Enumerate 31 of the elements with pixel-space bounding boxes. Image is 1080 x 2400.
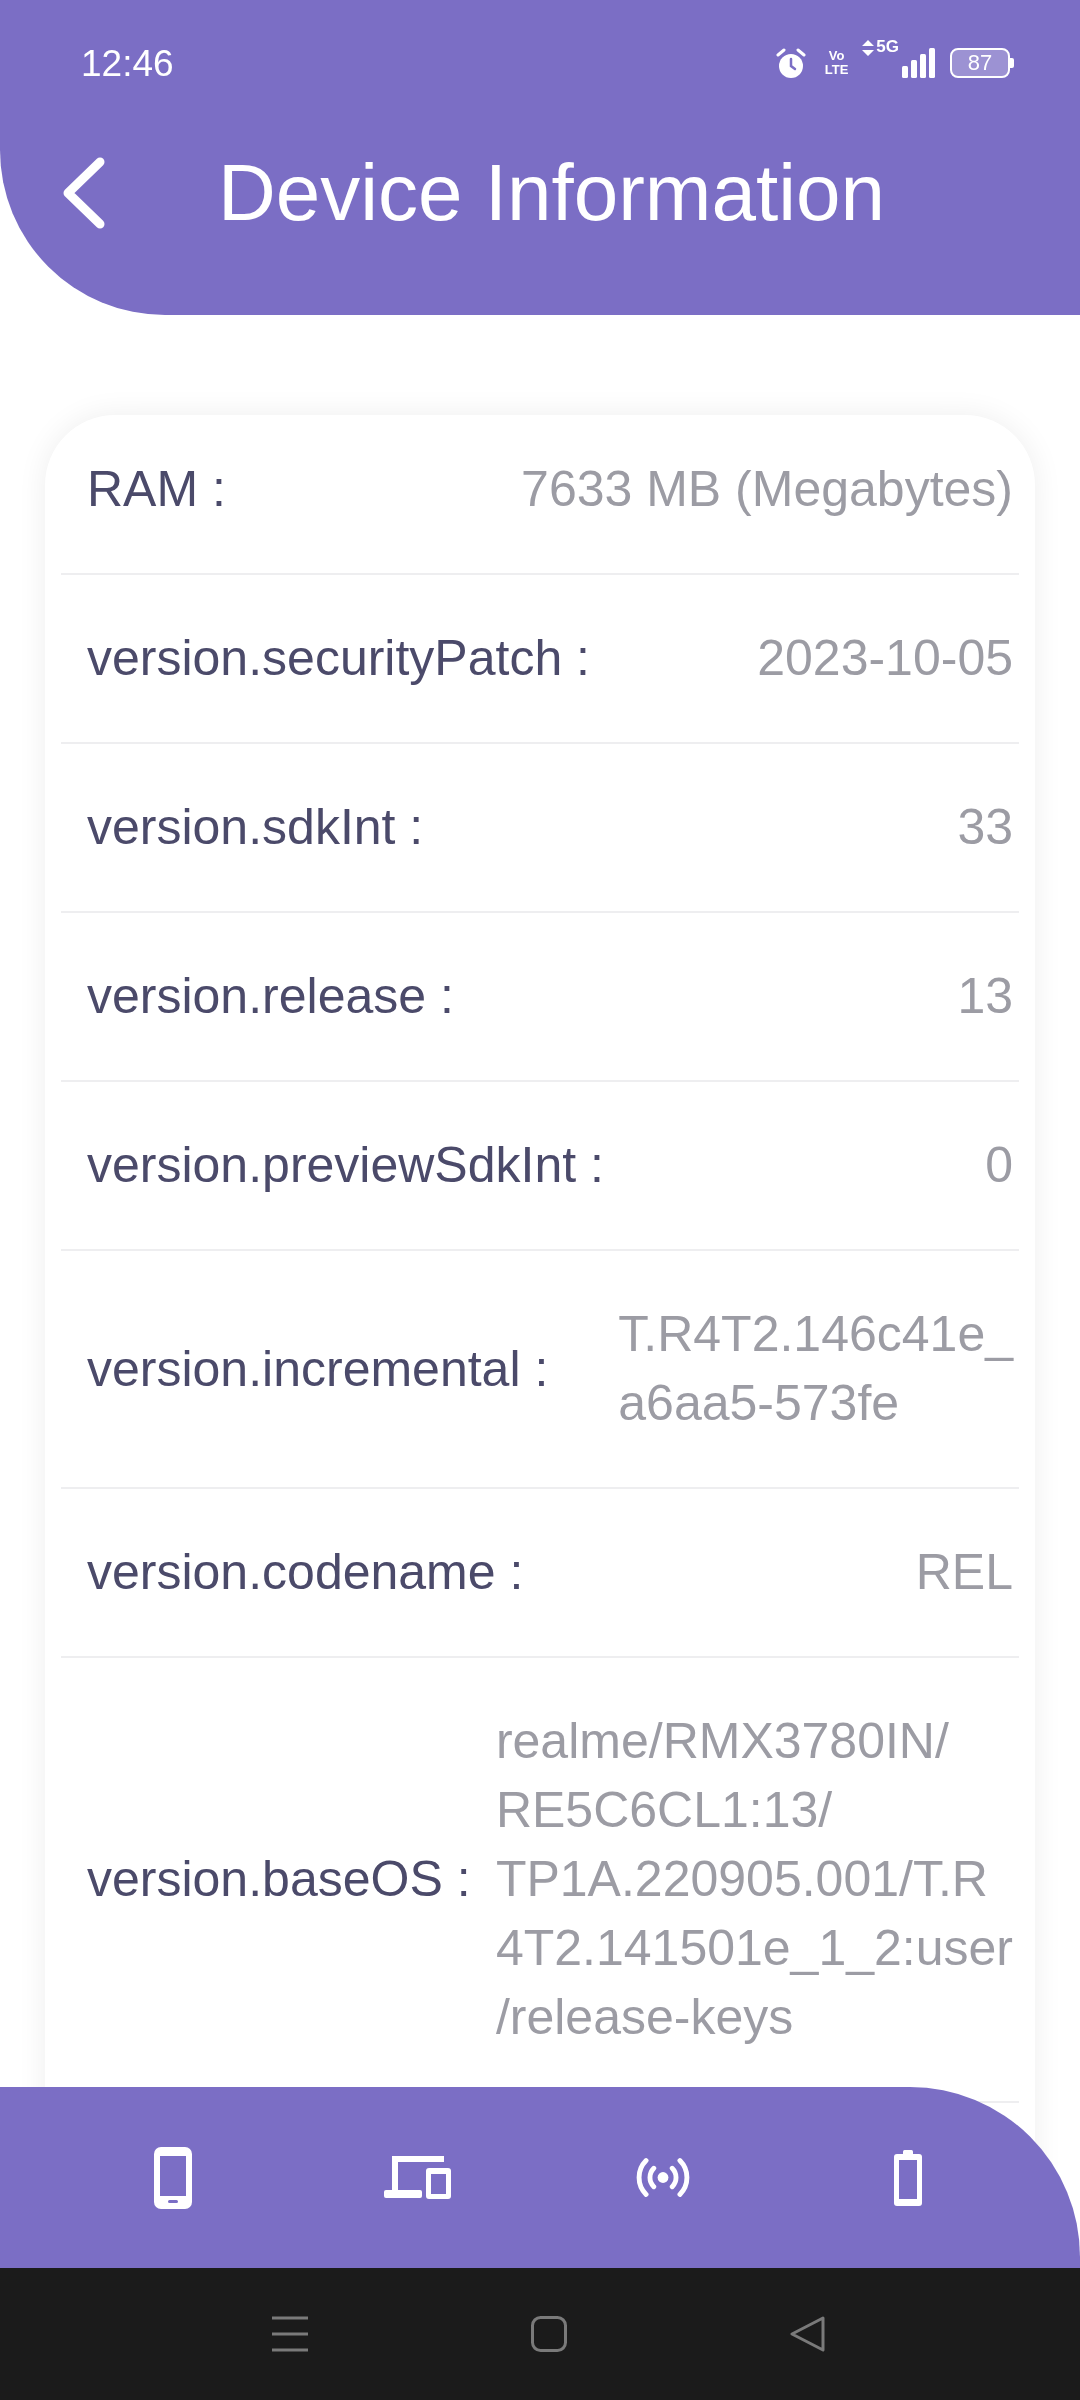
info-label: version.codename : xyxy=(87,1543,524,1602)
battery-icon[interactable] xyxy=(893,2149,922,2206)
volte-label: Vo LTE xyxy=(824,49,849,77)
page-title: Device Information xyxy=(218,153,885,233)
info-label: version.incremental : xyxy=(87,1339,549,1399)
info-value: T.R4T2.146c41e_ a6aa5-573fe xyxy=(618,1305,1013,1433)
up-down-arrows-icon xyxy=(862,39,875,56)
info-label: version.previewSdkInt : xyxy=(87,1136,604,1195)
broadcast-icon[interactable] xyxy=(635,2158,690,2197)
info-label: version.securityPatch : xyxy=(87,629,590,688)
info-value: 7633 MB (Megabytes) xyxy=(521,460,1013,519)
status-time: 12:46 xyxy=(81,44,174,82)
info-label: RAM : xyxy=(87,460,226,519)
devices-icon[interactable] xyxy=(384,2156,451,2199)
info-value: 0 xyxy=(985,1136,1013,1195)
info-value: 33 xyxy=(957,798,1013,857)
battery-indicator: 87 xyxy=(950,48,1014,78)
alarm-clock-icon xyxy=(774,47,807,79)
network-type-label: 5G xyxy=(876,37,899,55)
home-icon[interactable] xyxy=(531,2316,567,2352)
info-value: 13 xyxy=(957,967,1013,1026)
menu-icon[interactable] xyxy=(272,2316,308,2352)
info-label: version.release : xyxy=(87,967,454,1026)
phone-icon[interactable] xyxy=(153,2146,192,2209)
info-value: REL xyxy=(915,1543,1013,1602)
info-label: version.baseOS : xyxy=(87,1850,471,1909)
info-label: version.sdkInt : xyxy=(87,798,424,857)
signal-bars-icon xyxy=(902,48,936,78)
info-value: realme/RMX3780IN/ RE5C6CL1:13/ TP1A.220905.001/T.R 4T2.141501e_1_2:user /release-keys xyxy=(495,1712,1013,2047)
info-value: 2023-10-05 xyxy=(757,629,1013,688)
back-icon[interactable] xyxy=(790,2316,826,2352)
